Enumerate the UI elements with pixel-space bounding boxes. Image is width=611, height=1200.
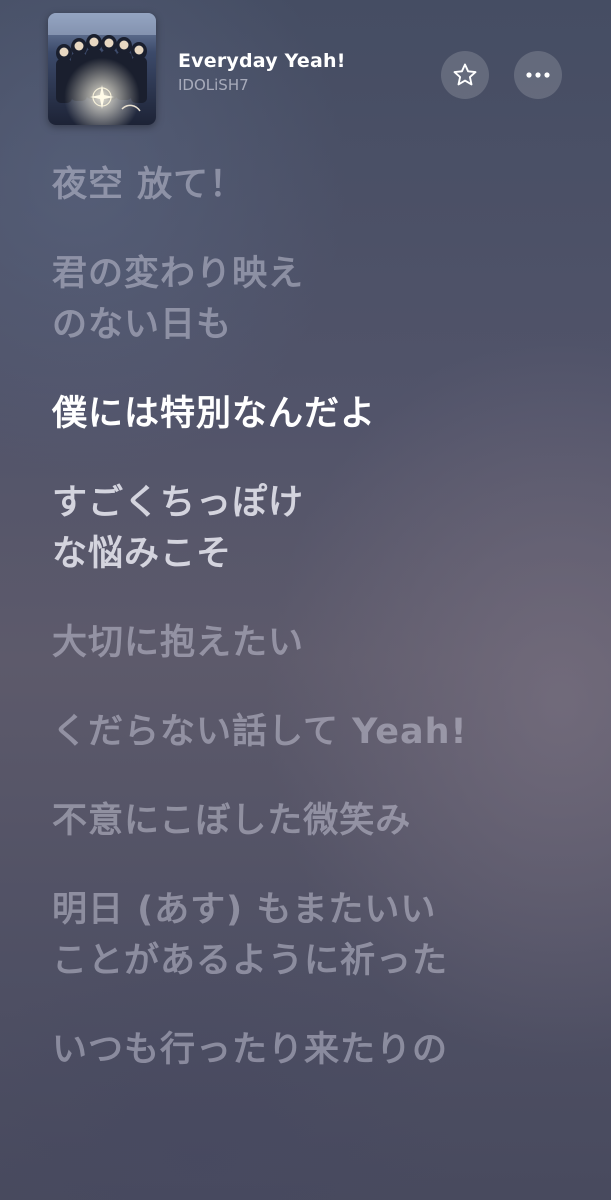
more-options-button[interactable] bbox=[514, 51, 562, 99]
track-artist[interactable]: IDOLiSH7 bbox=[178, 76, 428, 94]
lyric-line[interactable]: くだらない話して Yeah! bbox=[52, 707, 592, 758]
lyric-line[interactable]: 不意にこぼした微笑み bbox=[52, 796, 592, 847]
ellipsis-icon bbox=[526, 72, 550, 78]
lyrics-screen: { "now_playing": { "title": "Everyday Ye… bbox=[0, 0, 611, 1200]
track-title: Everyday Yeah! bbox=[178, 50, 346, 72]
lyric-line[interactable]: 夜空 放て！ bbox=[52, 160, 592, 211]
album-artwork[interactable] bbox=[48, 13, 156, 125]
lyric-line[interactable]: 明日 (あす) もまたいい ことがあるように祈った bbox=[52, 885, 592, 987]
album-artwork-image bbox=[48, 13, 156, 125]
lyrics-list: 夜空 放て！ 君の変わり映え のない日も 僕には特別なんだよ すごくちっぽけ な… bbox=[52, 160, 592, 1114]
favorite-button[interactable] bbox=[441, 51, 489, 99]
track-info[interactable]: Everyday Yeah! IDOLiSH7 bbox=[178, 50, 428, 94]
lyric-line[interactable]: 大切に抱えたい bbox=[52, 618, 592, 669]
now-playing-header: Everyday Yeah! IDOLiSH7 bbox=[0, 0, 611, 140]
star-icon bbox=[453, 63, 477, 86]
lyric-line[interactable]: すごくちっぽけ な悩みこそ bbox=[52, 478, 592, 580]
lyric-line-current[interactable]: 僕には特別なんだよ bbox=[52, 389, 592, 440]
lyric-line[interactable]: いつも行ったり来たりの bbox=[52, 1025, 592, 1076]
lyric-line[interactable]: 君の変わり映え のない日も bbox=[52, 249, 592, 351]
